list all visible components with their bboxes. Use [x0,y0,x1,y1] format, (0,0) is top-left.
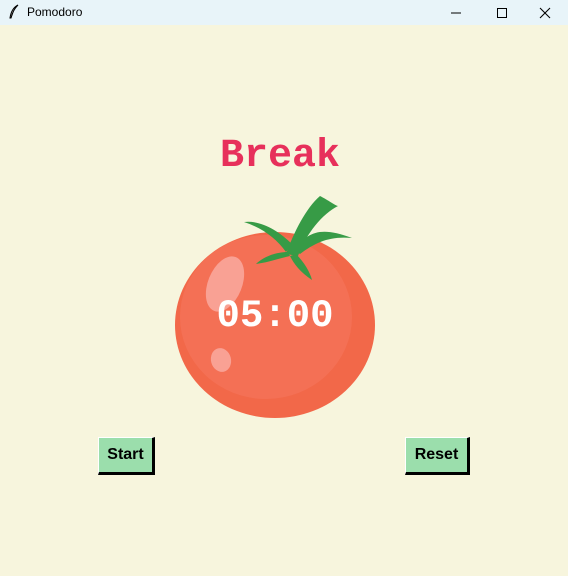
close-icon [539,7,551,18]
maximize-button[interactable] [479,0,525,25]
title-bar[interactable]: Pomodoro [0,0,568,25]
start-button[interactable]: Start [98,437,155,475]
timer-display: 05:00 [216,294,334,338]
maximize-icon [497,7,507,18]
status-heading: Break [219,134,341,179]
feather-icon [9,4,19,19]
close-button[interactable] [522,0,568,25]
minimize-icon [451,12,461,13]
minimize-button[interactable] [433,0,479,25]
window-title: Pomodoro [27,5,83,19]
pomodoro-window: Pomodoro Break 05:00 Start Reset [0,0,568,576]
reset-button[interactable]: Reset [405,437,470,475]
